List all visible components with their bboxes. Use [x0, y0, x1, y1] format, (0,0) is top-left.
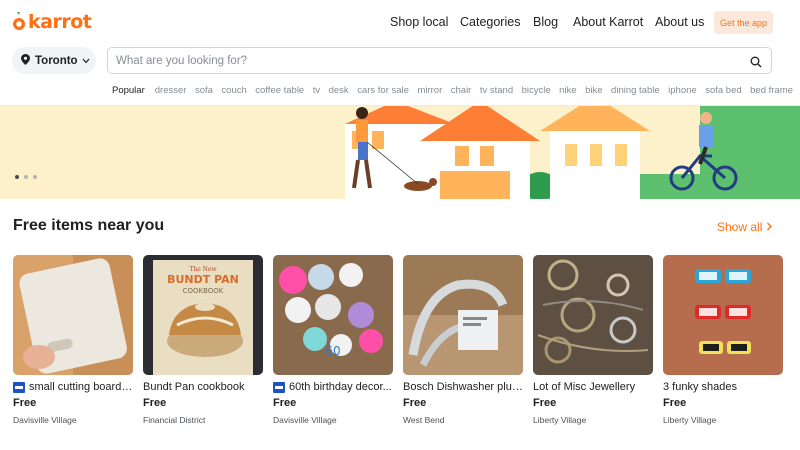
carrot-icon — [12, 12, 26, 32]
popular-tag[interactable]: bicycle — [522, 85, 551, 96]
item-card[interactable]: 60 60th birthday decor... Free Davisvill… — [273, 255, 393, 425]
popular-tag[interactable]: bed frame — [750, 85, 793, 96]
popular-tag[interactable]: dresser — [155, 85, 187, 96]
nav-categories[interactable]: Categories — [460, 15, 520, 29]
popular-tag[interactable]: couch — [221, 85, 246, 96]
item-price: Free — [403, 397, 427, 409]
item-card[interactable]: Bosch Dishwasher plug... Free West Bend — [403, 255, 523, 425]
item-image-cutting-board — [13, 255, 133, 375]
item-image-shades — [663, 255, 783, 375]
popular-tag[interactable]: chair — [451, 85, 472, 96]
show-all-link[interactable]: Show all — [717, 220, 773, 234]
popular-tag[interactable]: tv — [313, 85, 320, 96]
chevron-down-icon — [82, 55, 90, 67]
item-card[interactable]: small cutting board ... Free Davisville … — [13, 255, 133, 425]
section-title: Free items near you — [13, 217, 165, 234]
banner-illustration — [345, 106, 800, 199]
book-line2: BUNDT PAN — [167, 273, 239, 286]
book-line1: The New — [189, 266, 217, 273]
chevron-right-icon — [766, 220, 773, 234]
item-price: Free — [663, 397, 687, 409]
banner-dot[interactable] — [24, 175, 28, 179]
item-location: Liberty Village — [663, 415, 717, 425]
banner-dot[interactable] — [15, 175, 19, 179]
item-title: 3 funky shades — [663, 381, 783, 393]
banner-pagination — [15, 175, 42, 179]
item-title-text: Bosch Dishwasher plug... — [403, 381, 523, 393]
item-location: West Bend — [403, 415, 445, 425]
item-price: Free — [13, 397, 37, 409]
location-pin-icon — [21, 53, 30, 68]
nav-about-karrot[interactable]: About Karrot — [573, 15, 643, 29]
item-title: small cutting board ... — [13, 381, 133, 393]
location-label: Toronto — [35, 54, 78, 67]
popular-tag[interactable]: cars for sale — [357, 85, 409, 96]
karrot-logo[interactable]: karrot — [12, 9, 92, 35]
flag-icon — [13, 381, 25, 393]
item-price: Free — [143, 397, 167, 409]
popular-tag[interactable]: tv stand — [480, 85, 513, 96]
item-title: 60th birthday decor... — [273, 381, 393, 393]
item-image-dishwasher-plug — [403, 255, 523, 375]
search-bar — [107, 47, 772, 74]
flag-icon — [273, 381, 285, 393]
popular-tag[interactable]: bike — [585, 85, 602, 96]
item-carousel: small cutting board ... Free Davisville … — [13, 255, 800, 450]
item-title-text: small cutting board ... — [29, 381, 133, 393]
item-title-text: 3 funky shades — [663, 381, 737, 393]
item-location: Liberty Village — [533, 415, 587, 425]
search-icon[interactable] — [750, 55, 762, 68]
svg-text:60: 60 — [325, 344, 340, 358]
item-image-birthday-decor: 60 — [273, 255, 393, 375]
item-title-text: 60th birthday decor... — [289, 381, 392, 393]
book-line3: COOKBOOK — [183, 287, 224, 295]
search-input[interactable] — [116, 48, 736, 73]
nav-about-us[interactable]: About us — [655, 15, 704, 29]
banner-dot[interactable] — [33, 175, 37, 179]
hero-banner[interactable] — [0, 106, 800, 199]
get-the-app-button[interactable]: Get the app — [714, 11, 773, 34]
item-title: Bosch Dishwasher plug... — [403, 381, 523, 393]
item-title: Lot of Misc Jewellery — [533, 381, 653, 393]
popular-tag[interactable]: sofa bed — [705, 85, 741, 96]
popular-tag[interactable]: iphone — [668, 85, 697, 96]
nav-blog[interactable]: Blog — [533, 15, 558, 29]
item-image-jewellery — [533, 255, 653, 375]
item-title-text: Lot of Misc Jewellery — [533, 381, 636, 393]
item-location: Davisville Village — [13, 415, 77, 425]
nav-shop-local[interactable]: Shop local — [390, 15, 448, 29]
item-price: Free — [273, 397, 297, 409]
popular-searches: Popular dresser sofa couch coffee table … — [112, 85, 800, 96]
item-card[interactable]: The New BUNDT PAN COOKBOOK Bundt Pan coo… — [143, 255, 263, 425]
item-location: Davisville Village — [273, 415, 337, 425]
item-location: Financial District — [143, 415, 206, 425]
popular-tag[interactable]: desk — [329, 85, 349, 96]
item-image-cookbook: The New BUNDT PAN COOKBOOK — [143, 255, 263, 375]
item-card[interactable]: 3 funky shades Free Liberty Village — [663, 255, 783, 425]
item-title-text: Bundt Pan cookbook — [143, 381, 245, 393]
item-title: Bundt Pan cookbook — [143, 381, 263, 393]
location-selector[interactable]: Toronto — [12, 47, 96, 74]
item-price: Free — [533, 397, 557, 409]
popular-tag[interactable]: nike — [559, 85, 576, 96]
item-card[interactable]: Lot of Misc Jewellery Free Liberty Villa… — [533, 255, 653, 425]
popular-tag[interactable]: mirror — [417, 85, 442, 96]
popular-tag[interactable]: coffee table — [255, 85, 304, 96]
show-all-label: Show all — [717, 220, 763, 234]
popular-tag[interactable]: dining table — [611, 85, 660, 96]
popular-tag[interactable]: sofa — [195, 85, 213, 96]
popular-label: Popular — [112, 85, 145, 96]
logo-text: karrot — [28, 11, 92, 33]
